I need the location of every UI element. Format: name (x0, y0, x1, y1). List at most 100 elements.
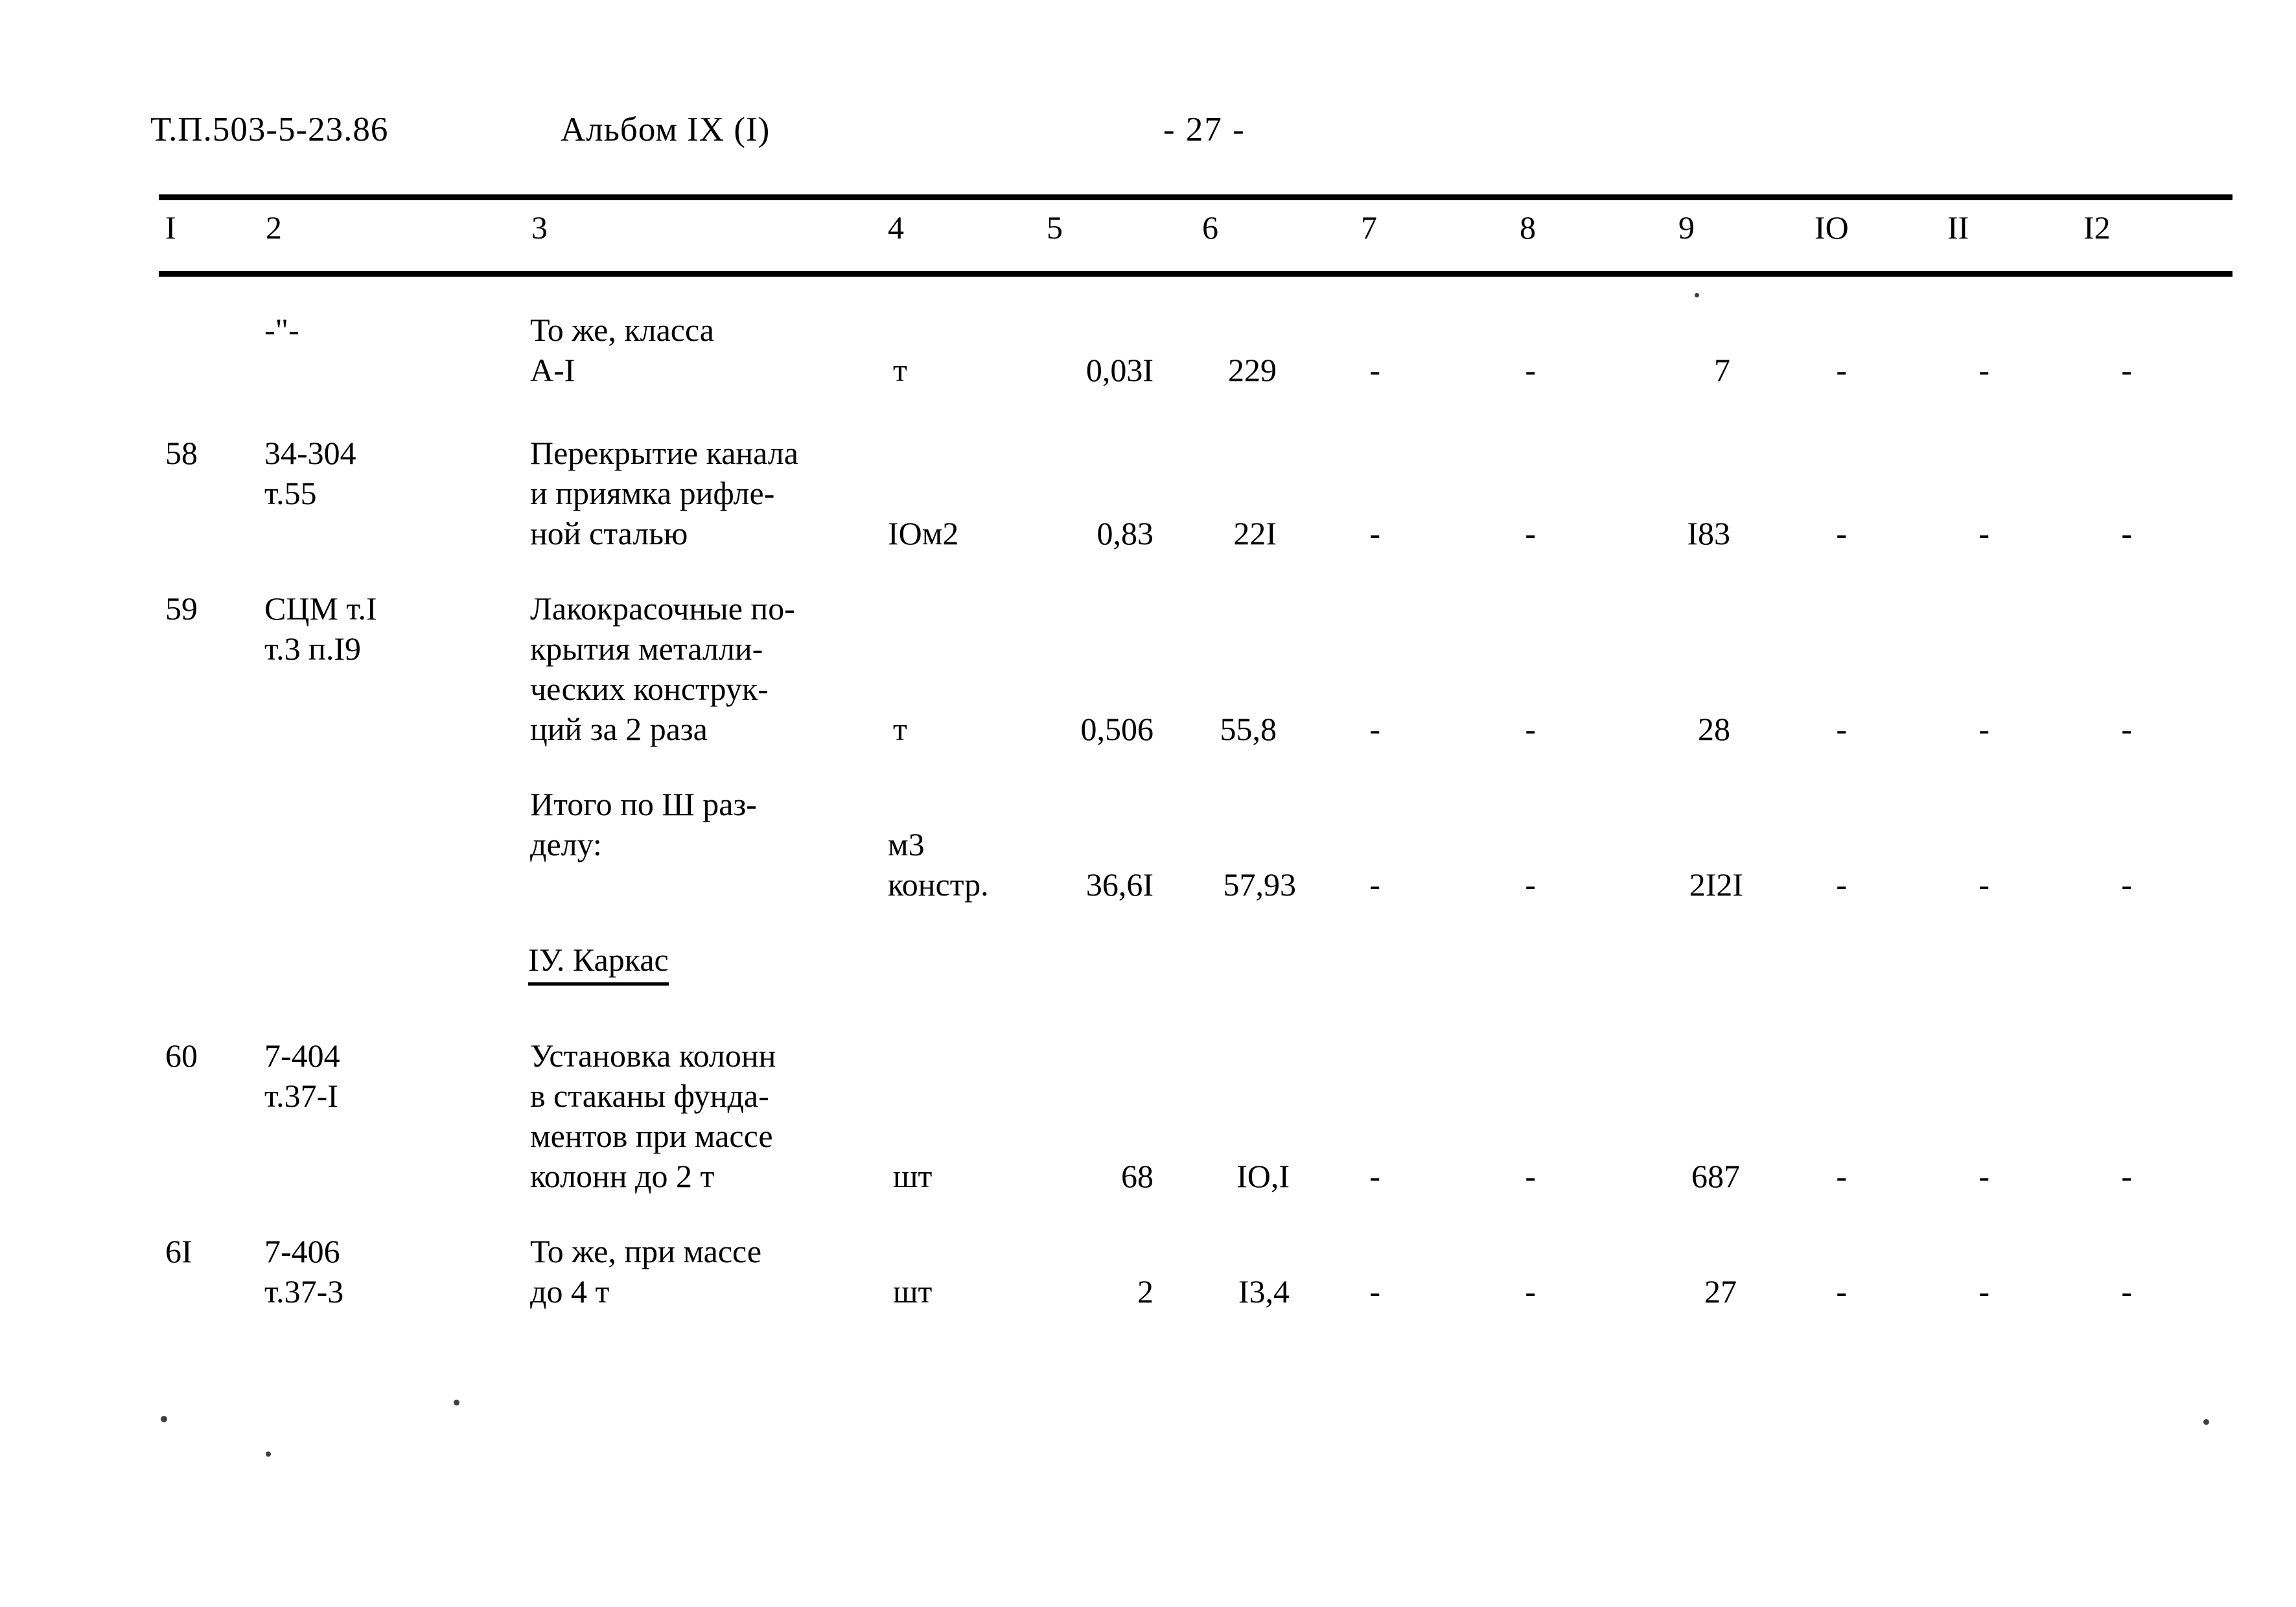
row-number: 59 (165, 590, 198, 627)
row-col9: I83 (1687, 515, 1730, 551)
row-col12: - (2121, 711, 2132, 747)
total-label-line-1: Итого по Ш раз- (530, 786, 757, 822)
row-description-line-1: Лакокрасочные по- (530, 590, 795, 627)
row-description-line-3: ментов при массе (530, 1118, 773, 1154)
column-header-7: 7 (1361, 209, 1377, 246)
row-col12: - (2121, 352, 2132, 388)
total-col6: 57,93 (1223, 866, 1297, 903)
column-header-6: 6 (1202, 209, 1218, 246)
scan-speck (1695, 293, 1699, 297)
column-header-11: II (1947, 209, 1969, 246)
row-col8: - (1525, 352, 1536, 388)
row-col11: - (1978, 515, 1989, 551)
column-header-1: I (165, 209, 176, 246)
page-header: Т.П.503-5-23.86 Альбом IX (I) - 27 - (0, 110, 2296, 156)
row-col6: 229 (1228, 352, 1277, 388)
row-col7: - (1369, 1273, 1380, 1310)
column-header-12: I2 (2083, 209, 2111, 246)
row-description-line-4: колонн до 2 т (530, 1158, 715, 1194)
row-col6: 22I (1233, 515, 1277, 551)
row-code: 7-404 т.37-I (264, 1037, 340, 1114)
column-header-10: IO (1815, 209, 1849, 246)
total-col9: 2I2I (1689, 866, 1743, 903)
scan-speck (161, 1416, 167, 1422)
row-description-line-3: ной сталью (530, 515, 688, 551)
row-description-line-2: до 4 т (530, 1273, 610, 1310)
row-description-line-2: крытия металли- (530, 630, 763, 667)
row-description-line-1: Установка колонн (530, 1037, 776, 1074)
row-col7: - (1369, 352, 1380, 388)
row-description-line-1: То же, при массе (530, 1233, 762, 1269)
total-col11: - (1978, 866, 1989, 903)
row-col10: - (1836, 711, 1847, 747)
table-column-headers: I 2 3 4 5 6 7 8 9 IO II I2 (159, 209, 2232, 267)
row-description-line-2: и приямка рифле- (530, 475, 775, 511)
total-col12: - (2121, 866, 2132, 903)
row-description-line-2: А-I (530, 352, 575, 388)
row-code: -"- (264, 312, 299, 348)
row-col5: 0,03I (1085, 352, 1154, 388)
total-col8: - (1525, 866, 1536, 903)
row-col7: - (1369, 515, 1380, 551)
row-col10: - (1836, 352, 1847, 388)
row-code: СЦМ т.I т.3 п.I9 (264, 590, 377, 667)
total-col10: - (1836, 866, 1847, 903)
row-number: 58 (165, 435, 198, 471)
row-col12: - (2121, 515, 2132, 551)
row-col9: 7 (1714, 352, 1730, 388)
row-code: 34-304 т.55 (264, 435, 356, 511)
document-code: Т.П.503-5-23.86 (150, 111, 389, 148)
row-col8: - (1525, 1273, 1536, 1310)
row-description-line-3: ческих конструк- (530, 671, 769, 707)
row-col10: - (1836, 1158, 1847, 1194)
row-col5: 68 (1121, 1158, 1154, 1194)
row-description-line-2: в стаканы фунда- (530, 1078, 769, 1114)
row-col5: 0,83 (1096, 515, 1154, 551)
total-col7: - (1369, 866, 1380, 903)
row-col10: - (1836, 1273, 1847, 1310)
row-col9: 27 (1704, 1273, 1737, 1310)
row-col6: 55,8 (1220, 711, 1277, 747)
row-col11: - (1978, 711, 1989, 747)
total-label-line-2: делу: (530, 826, 602, 862)
row-col5: 0,506 (1080, 711, 1154, 747)
row-col6: I3,4 (1238, 1273, 1290, 1310)
section-heading: IУ. Каркас (528, 940, 669, 986)
document-page: Т.П.503-5-23.86 Альбом IX (I) - 27 - I 2… (0, 0, 2296, 1607)
row-code: 7-406 т.37-3 (264, 1233, 344, 1310)
row-col11: - (1978, 1273, 1989, 1310)
row-col7: - (1369, 1158, 1380, 1194)
row-col10: - (1836, 515, 1847, 551)
album-title: Альбом IX (I) (561, 111, 771, 148)
row-description-line-1: Перекрытие канала (530, 435, 798, 471)
page-number: - 27 - (1163, 111, 1246, 148)
column-header-3: 3 (531, 209, 548, 246)
column-header-9: 9 (1678, 209, 1695, 246)
scan-speck (2203, 1419, 2209, 1425)
row-col9: 28 (1698, 711, 1730, 747)
column-header-2: 2 (266, 209, 282, 246)
row-col9: 687 (1691, 1158, 1740, 1194)
table-bottom-rule (159, 271, 2232, 277)
row-description-line-4: ций за 2 раза (530, 711, 708, 747)
scan-speck (266, 1451, 271, 1457)
column-header-4: 4 (888, 209, 904, 246)
row-description-line-1: То же, класса (530, 312, 714, 348)
row-col8: - (1525, 1158, 1536, 1194)
row-col6: IО,I (1236, 1158, 1290, 1194)
column-header-8: 8 (1520, 209, 1536, 246)
scan-speck (454, 1400, 459, 1405)
column-header-5: 5 (1047, 209, 1063, 246)
row-col12: - (2121, 1158, 2132, 1194)
table-top-rule (159, 194, 2232, 200)
row-col7: - (1369, 711, 1380, 747)
row-number: 6I (165, 1233, 192, 1269)
row-col12: - (2121, 1273, 2132, 1310)
row-col11: - (1978, 1158, 1989, 1194)
total-col5: 36,6I (1085, 866, 1154, 903)
row-col11: - (1978, 352, 1989, 388)
row-col8: - (1525, 515, 1536, 551)
row-col5: 2 (1137, 1273, 1154, 1310)
row-number: 60 (165, 1037, 198, 1074)
row-col8: - (1525, 711, 1536, 747)
